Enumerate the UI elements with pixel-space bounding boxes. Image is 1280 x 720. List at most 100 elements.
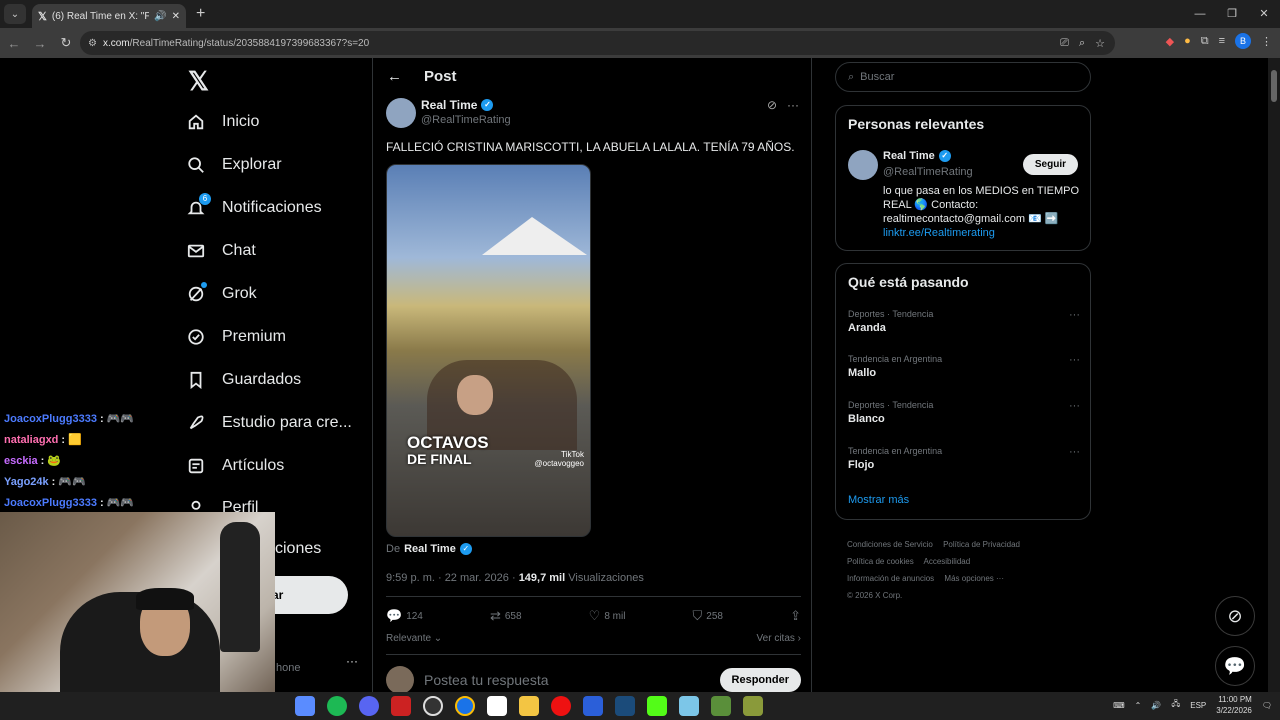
clock[interactable]: 11:00 PM 3/22/2026 xyxy=(1216,694,1252,716)
grok-fab-button[interactable]: ⊘ xyxy=(1215,596,1255,636)
search-input[interactable]: ⌕ Buscar xyxy=(835,62,1091,92)
nav-item-inicio[interactable]: Inicio xyxy=(186,112,259,132)
post-video[interactable]: OCTAVOS DE FINAL TikTok @octavoggeo xyxy=(386,164,591,537)
copilot-icon[interactable] xyxy=(295,696,315,716)
relevance-dropdown[interactable]: Relevante ⌄ xyxy=(386,633,442,644)
spotify-icon[interactable] xyxy=(327,696,347,716)
speaker-icon[interactable]: 🔊 xyxy=(154,11,166,22)
capcut-icon[interactable] xyxy=(487,696,507,716)
nav-item-chat[interactable]: Chat xyxy=(186,241,256,261)
discord-icon[interactable] xyxy=(359,696,379,716)
relevant-avatar[interactable] xyxy=(848,150,878,180)
scroll-thumb[interactable] xyxy=(1271,70,1277,102)
chevron-up-icon[interactable]: ⌃ xyxy=(1135,701,1142,710)
media-control-icon[interactable]: ≡ xyxy=(1219,35,1225,47)
tab-search-button[interactable]: ⌄ xyxy=(4,4,26,24)
trend-item[interactable]: Tendencia en Argentina Flojo ··· xyxy=(848,446,1080,471)
account-switcher[interactable]: hone xyxy=(276,662,300,674)
repost-button[interactable]: ⇄ 658 xyxy=(490,608,522,624)
app-icon[interactable] xyxy=(583,696,603,716)
like-button[interactable]: ♡ 8 mil xyxy=(589,608,626,624)
minimize-button[interactable]: — xyxy=(1184,0,1216,28)
nav-item-more-options[interactable]: ciones xyxy=(275,540,321,558)
share-button[interactable]: ⇪ xyxy=(790,608,801,624)
minecraft-icon[interactable] xyxy=(711,696,731,716)
keyboard-icon[interactable]: ⌨ xyxy=(1113,701,1125,710)
post-timestamp[interactable]: 9:59 p. m. · 22 mar. 2026 · xyxy=(386,572,516,584)
kick-icon[interactable] xyxy=(647,696,667,716)
quotes-link[interactable]: Ver citas › xyxy=(757,633,801,644)
trend-more-icon[interactable]: ··· xyxy=(1069,309,1080,321)
follow-button[interactable]: Seguir xyxy=(1022,154,1078,175)
chrome-icon[interactable] xyxy=(455,696,475,716)
author-avatar[interactable] xyxy=(386,98,416,128)
trend-more-icon[interactable]: ··· xyxy=(1069,354,1080,366)
extension-icon[interactable]: ● xyxy=(1184,35,1191,47)
trend-item[interactable]: Tendencia en Argentina Mallo ··· xyxy=(848,354,1080,379)
attribution-name[interactable]: Real Time xyxy=(404,543,456,555)
reply-submit-button[interactable]: Responder xyxy=(719,668,801,692)
bookmark-star-icon[interactable]: ☆ xyxy=(1095,37,1105,50)
author-handle[interactable]: @RealTimeRating xyxy=(421,114,511,126)
nav-item-estudio[interactable]: Estudio para cre... xyxy=(186,413,352,433)
trend-item[interactable]: Deportes · Tendencia Blanco ··· xyxy=(848,400,1080,425)
footer-link[interactable]: Accesibilidad xyxy=(923,557,970,566)
reply-input[interactable]: Postea tu respuesta xyxy=(424,672,720,688)
show-more-link[interactable]: Mostrar más xyxy=(848,494,909,506)
profile-avatar[interactable]: B xyxy=(1235,33,1251,49)
app-icon[interactable] xyxy=(679,696,699,716)
footer-link[interactable]: Política de Privacidad xyxy=(943,540,1020,549)
relevant-name[interactable]: Real Time ✓ xyxy=(883,150,951,162)
back-arrow-icon[interactable]: ← xyxy=(387,68,402,85)
footer-link[interactable]: Información de anuncios xyxy=(847,574,934,583)
scrollbar[interactable] xyxy=(1268,58,1280,692)
zoom-icon[interactable]: ⌕ xyxy=(1079,37,1085,50)
chat-fab-button[interactable]: 💬 xyxy=(1215,646,1255,686)
nav-item-premium[interactable]: Premium xyxy=(186,327,286,347)
browser-menu-icon[interactable]: ⋮ xyxy=(1261,35,1272,48)
relevant-link[interactable]: linktr.ee/Realtimerating xyxy=(883,227,995,239)
app-icon[interactable] xyxy=(743,696,763,716)
reply-button[interactable]: 💬 124 xyxy=(386,608,423,624)
footer-link[interactable]: Política de cookies xyxy=(847,557,914,566)
reload-icon[interactable]: ↻ xyxy=(54,35,78,51)
nav-item-explorar[interactable]: Explorar xyxy=(186,155,282,175)
browser-tab[interactable]: 𝕏 (6) Real Time en X: "FALLEC 🔊 ✕ xyxy=(32,4,186,28)
nav-item-notificaciones[interactable]: 6 Notificaciones xyxy=(186,193,322,218)
file-explorer-icon[interactable] xyxy=(519,696,539,716)
x-logo-icon[interactable]: 𝕏 xyxy=(188,66,209,97)
author-name[interactable]: Real Time ✓ xyxy=(421,98,494,112)
trend-more-icon[interactable]: ··· xyxy=(1069,446,1080,458)
network-icon[interactable]: 🖧 xyxy=(1171,698,1180,712)
nav-item-guardados[interactable]: Guardados xyxy=(186,370,301,390)
close-window-button[interactable]: ✕ xyxy=(1248,0,1280,28)
bookmark-button[interactable]: ⛉ 258 xyxy=(693,608,723,624)
extensions-puzzle-icon[interactable]: ⧉ xyxy=(1201,35,1209,48)
install-icon[interactable]: ⎚ xyxy=(1060,37,1069,50)
obs-icon[interactable] xyxy=(423,696,443,716)
relevant-handle[interactable]: @RealTimeRating xyxy=(883,166,973,178)
back-icon[interactable]: ← xyxy=(2,36,26,51)
language-indicator[interactable]: ESP xyxy=(1190,701,1206,710)
voice-app-icon[interactable] xyxy=(391,696,411,716)
nav-item-grok[interactable]: Grok xyxy=(186,282,257,304)
trend-more-icon[interactable]: ··· xyxy=(1069,400,1080,412)
account-more-icon[interactable]: ··· xyxy=(346,654,358,668)
volume-icon[interactable]: 🔊 xyxy=(1151,701,1161,710)
more-options-icon[interactable]: ··· xyxy=(787,98,799,112)
close-tab-icon[interactable]: ✕ xyxy=(172,11,180,22)
opera-icon[interactable] xyxy=(551,696,571,716)
nav-item-articulos[interactable]: Artículos xyxy=(186,456,284,476)
steam-icon[interactable] xyxy=(615,696,635,716)
trend-item[interactable]: Deportes · Tendencia Aranda ··· xyxy=(848,309,1080,334)
footer-link[interactable]: Más opciones ··· xyxy=(944,574,1004,583)
forward-icon[interactable]: → xyxy=(28,36,52,51)
grok-explain-icon[interactable]: ⊘ xyxy=(767,98,777,112)
notifications-icon[interactable]: 🗨 xyxy=(1262,701,1272,710)
extension-icon[interactable]: ◆ xyxy=(1166,35,1174,48)
footer-link[interactable]: Condiciones de Servicio xyxy=(847,540,933,549)
new-tab-button[interactable]: + xyxy=(196,5,205,23)
address-bar[interactable]: ⚙ x.com /RealTimeRating/status/203588419… xyxy=(80,31,1115,55)
post-button[interactable]: ar xyxy=(270,576,348,614)
site-info-icon[interactable]: ⚙ xyxy=(88,38,97,49)
